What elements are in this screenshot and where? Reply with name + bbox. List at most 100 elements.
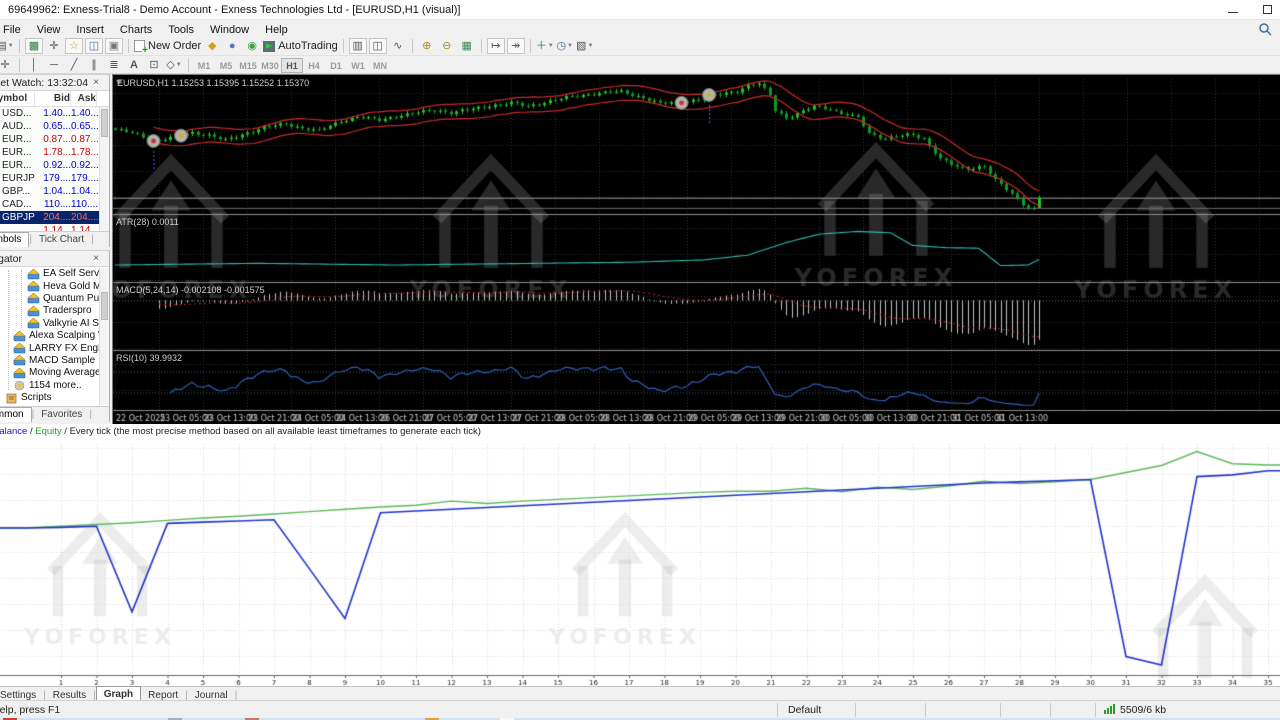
market-button[interactable]: ◉ [243, 38, 261, 54]
table-row[interactable]: EUR... 1.78... 1.78... [0, 146, 99, 159]
navigator-item-macd-sample[interactable]: MACD Sample [0, 355, 99, 367]
toolbar-separator [529, 39, 531, 53]
navigator-item-moving-average[interactable]: Moving Average [0, 367, 99, 379]
timeframe-m5[interactable]: M5 [215, 59, 237, 74]
navigator-item-quantum-pul[interactable]: Quantum Pul [0, 293, 99, 305]
drawing-toolbar: ➚ ✛ │ ─ ╱ ∥ ≣ A ⊡ ◇▼ M1M5M15M30H1H4D1W1M… [0, 56, 1280, 74]
close-icon[interactable]: × [90, 251, 102, 267]
strategy-tester-button[interactable]: ▣ [105, 38, 123, 54]
toolbar-separator [411, 39, 413, 53]
table-row-selected[interactable]: GBPJPY 204....204.... [0, 211, 99, 224]
title-bar: 69649962: Exness-Trial8 - Demo Account -… [0, 0, 1280, 20]
tab-symbols[interactable]: Symbols [0, 232, 30, 247]
periods-button[interactable]: ◷ ▼ [556, 38, 574, 54]
community-button[interactable]: ● [223, 38, 241, 54]
atr-label: ATR(28) 0.0011 [116, 217, 179, 227]
layout-button[interactable]: ◫ [85, 38, 103, 54]
table-row[interactable]: USD... 1.40... 1.40... [0, 107, 99, 120]
deposit-button[interactable]: ◆ [203, 38, 221, 54]
ask-cell: 0.92... [71, 160, 99, 171]
table-row[interactable]: EUR... 0.87... 0.87... [0, 133, 99, 146]
new-order-button[interactable]: New Order [134, 38, 201, 55]
chart-window-button[interactable]: ▩ [25, 38, 43, 54]
text-button[interactable]: A [125, 57, 143, 73]
status-bar: Help, press F1 Default 5509/6 kb [0, 700, 1280, 718]
tab-graph[interactable]: Graph [95, 686, 142, 701]
navigator-item-traderspro[interactable]: Traderspro [0, 305, 99, 317]
navigator-item-scripts[interactable]: Scripts [0, 392, 99, 404]
maximize-button[interactable] [1252, 0, 1280, 19]
crosshair-button[interactable]: ✛ [45, 38, 63, 54]
bid-cell: 179.... [43, 173, 71, 184]
indicators-button[interactable]: ＋ ▼ [536, 38, 554, 54]
tab-common[interactable]: Common [0, 407, 32, 422]
search-icon[interactable] [1258, 22, 1274, 36]
column-header-ask[interactable]: Ask [71, 91, 97, 106]
connection-bars-icon [1104, 703, 1116, 717]
table-row[interactable]: AUD... 0.65... 0.65... [0, 120, 99, 133]
table-row[interactable]: EURJPY 179....179.... [0, 172, 99, 185]
timeframe-w1[interactable]: W1 [347, 59, 369, 74]
navigator-item-1154-more-[interactable]: 1154 more.. [0, 380, 99, 392]
zoom-out-button[interactable]: ⊖ [438, 38, 456, 54]
table-row[interactable]: 1.14... 1.14... [0, 224, 99, 231]
channel-button[interactable]: ∥ [85, 57, 103, 73]
auto-scroll-icon: ↠ [511, 40, 521, 52]
timeframe-d1[interactable]: D1 [325, 59, 347, 74]
tester-graph-canvas[interactable] [0, 440, 1280, 686]
table-row[interactable]: EUR... 0.92... 0.92... [0, 159, 99, 172]
templates-button[interactable]: ▧ ▼ [576, 38, 594, 54]
text-icon: A [130, 58, 138, 71]
autotrading-button[interactable]: AutoTrading [263, 38, 338, 54]
zoom-in-button[interactable]: ⊕ [418, 38, 436, 54]
minimize-button[interactable] [1218, 0, 1248, 19]
shapes-button[interactable]: ◇ ▼ [165, 57, 183, 73]
navigator-item-heva-gold-m[interactable]: Heva Gold M [0, 280, 99, 292]
tile-windows-button[interactable]: ▦ [458, 38, 476, 54]
favorites-button[interactable]: ☆ [65, 38, 83, 54]
bar-chart-icon: ▥ [352, 40, 363, 52]
navigator-item-larry-fx-english[interactable]: LARRY FX English [0, 342, 99, 354]
tab-favorites[interactable]: Favorites [34, 408, 89, 422]
navigator-item-alexa-scalping-v3[interactable]: Alexa Scalping V3 [0, 330, 99, 342]
vertical-line-icon: │ [30, 58, 38, 71]
text-label-button[interactable]: ⊡ [145, 57, 163, 73]
timeframe-mn[interactable]: MN [369, 59, 391, 74]
table-row[interactable]: GBP... 1.04... 1.04... [0, 185, 99, 198]
navigator-item-ea-self-servic[interactable]: EA Self Servic [0, 268, 99, 280]
timeframe-h1[interactable]: H1 [281, 57, 303, 73]
horizontal-line-button[interactable]: ─ [45, 57, 63, 73]
auto-scroll-button[interactable]: ↠ [506, 38, 525, 54]
timeframe-m1[interactable]: M1 [193, 59, 215, 74]
navigator-item-label: 1154 more.. [29, 379, 82, 391]
close-icon[interactable]: × [90, 75, 102, 91]
scrollbar-thumb[interactable] [101, 292, 108, 320]
navigator-item-valkyrie-ai-sc[interactable]: Valkyrie AI Sc [0, 318, 99, 330]
ea-icon [13, 367, 26, 379]
line-chart-button[interactable]: ∿ [389, 38, 407, 54]
price-chart-canvas[interactable] [113, 75, 1280, 425]
status-profile[interactable]: Default [777, 702, 855, 717]
fibonacci-button[interactable]: ≣ [105, 57, 123, 73]
tick-mode-text: Every tick (the most precise method base… [69, 426, 481, 437]
column-header-symbol[interactable]: Symbol [0, 91, 35, 106]
timeframe-m15[interactable]: M15 [237, 59, 259, 74]
bar-chart-button[interactable]: ▥ [348, 38, 367, 54]
timeframe-m30[interactable]: M30 [259, 59, 281, 74]
scrollbar-thumb[interactable] [101, 109, 108, 137]
market-watch-scrollbar[interactable] [99, 107, 109, 231]
print-button[interactable]: ▤ ▼ [0, 38, 14, 54]
vertical-line-button[interactable]: │ [25, 57, 43, 73]
trendline-button[interactable]: ╱ [65, 57, 83, 73]
rsi-label: RSI(10) 39.9932 [116, 353, 183, 363]
globe-icon: ◉ [247, 40, 257, 52]
candlestick-chart-button[interactable]: ◫ [368, 38, 387, 54]
table-row[interactable]: CAD... 110.... 110.... [0, 198, 99, 211]
symbol-cell: AUD... [2, 121, 32, 132]
column-header-bid[interactable]: Bid [35, 91, 71, 106]
chart-shift-button[interactable]: ↦ [486, 38, 505, 54]
crosshair-tool-button[interactable]: ✛ [0, 57, 14, 73]
tab-tick-chart[interactable]: Tick Chart [32, 233, 91, 247]
timeframe-h4[interactable]: H4 [303, 59, 325, 74]
navigator-scrollbar[interactable] [99, 268, 109, 405]
